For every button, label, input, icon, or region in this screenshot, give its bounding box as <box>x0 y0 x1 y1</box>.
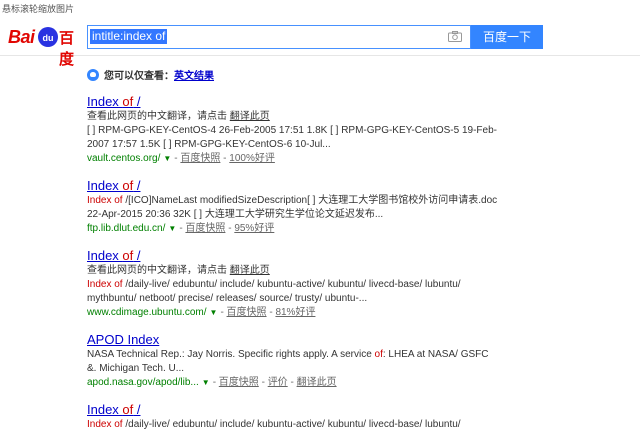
english-results-link[interactable]: 英文结果 <box>174 71 214 82</box>
result-item: APOD Index NASA Technical Rep.: Jay Norr… <box>87 332 507 390</box>
zoom-hint: 悬标滚轮缩放图片 <box>2 4 75 14</box>
dropdown-arrow-icon[interactable]: ▼ <box>210 308 218 317</box>
result-snippet: 查看此网页的中文翻译，请点击 翻译此页 <box>87 265 270 276</box>
snapshot-link[interactable]: 百度快照 <box>227 307 267 318</box>
result-url[interactable]: apod.nasa.gov/apod/lib... <box>87 377 199 388</box>
rating-link[interactable]: 100%好评 <box>229 153 275 164</box>
result-meta: www.cdimage.ubuntu.com/▼ - 百度快照 - 81%好评 <box>87 307 316 318</box>
logo-baidu-text: 百度 <box>59 29 75 68</box>
dropdown-arrow-icon[interactable]: ▼ <box>202 378 210 387</box>
snapshot-link[interactable]: 百度快照 <box>185 223 225 234</box>
result-title[interactable]: Index of / <box>87 248 507 264</box>
result-url[interactable]: vault.centos.org/ <box>87 153 160 164</box>
user-icon <box>87 69 99 81</box>
result-item: Index of / 查看此网页的中文翻译，请点击 翻译此页 [ ] RPM-G… <box>87 94 507 166</box>
translate-link[interactable]: 翻译此页 <box>297 377 337 388</box>
result-url[interactable]: www.cdimage.ubuntu.com/ <box>87 307 207 318</box>
search-query: intitle:index of <box>90 29 168 44</box>
snapshot-link[interactable]: 百度快照 <box>219 377 259 388</box>
result-snippet: NASA Technical Rep.: Jay Norris. Specifi… <box>87 349 489 360</box>
search-button[interactable]: 百度一下 <box>471 25 543 49</box>
result-snippet: 2007 17:57 1.5K [ ] RPM-GPG-KEY-CentOS-6… <box>87 139 331 150</box>
result-snippet: Index of /daily-live/ edubuntu/ include/… <box>87 419 461 430</box>
paw-icon: du <box>38 27 58 47</box>
result-snippet: mythbuntu/ netboot/ precise/ releases/ s… <box>87 293 368 304</box>
dropdown-arrow-icon[interactable]: ▼ <box>168 224 176 233</box>
snapshot-link[interactable]: 百度快照 <box>180 153 220 164</box>
result-item: Index of / Index of /daily-live/ edubunt… <box>87 402 507 432</box>
dropdown-arrow-icon[interactable]: ▼ <box>163 154 171 163</box>
translate-link[interactable]: 翻译此页 <box>230 265 270 276</box>
rating-link[interactable]: 评价 <box>268 377 288 388</box>
translate-link[interactable]: 翻译此页 <box>230 111 270 122</box>
header: Bai du 百度 intitle:index of 百度一下 <box>0 22 640 68</box>
result-meta: ftp.lib.dlut.edu.cn/▼ - 百度快照 - 95%好评 <box>87 223 275 234</box>
result-meta: apod.nasa.gov/apod/lib... ▼ - 百度快照 - 评价 - … <box>87 377 337 388</box>
result-title[interactable]: Index of / <box>87 178 507 194</box>
result-item: Index of / Index of /[ICO]NameLast modif… <box>87 178 507 236</box>
result-title[interactable]: APOD Index <box>87 332 507 348</box>
result-snippet: [ ] RPM-GPG-KEY-CentOS-4 26-Feb-2005 17:… <box>87 125 497 136</box>
search-input[interactable]: intitle:index of <box>87 25 471 49</box>
result-snippet: 查看此网页的中文翻译，请点击 翻译此页 <box>87 111 270 122</box>
result-snippet: Index of /[ICO]NameLast modifiedSizeDesc… <box>87 195 498 206</box>
result-snippet: &. Michigan Tech. U... <box>87 363 185 374</box>
baidu-logo[interactable]: Bai du 百度 <box>8 25 82 68</box>
result-snippet: Index of /daily-live/ edubuntu/ include/… <box>87 279 461 290</box>
logo-bai: Bai <box>8 27 35 47</box>
camera-icon[interactable] <box>448 31 462 42</box>
result-snippet: 22-Apr-2015 20:36 32K [ ] 大连理工大学研究生学位论文延… <box>87 209 384 220</box>
language-notice: 您可以仅查看：英文结果 <box>87 67 214 82</box>
result-item: Index of / 查看此网页的中文翻译，请点击 翻译此页 Index of … <box>87 248 507 320</box>
notice-text: 您可以仅查看： <box>104 71 174 82</box>
result-title[interactable]: Index of / <box>87 94 507 110</box>
result-meta: vault.centos.org/▼ - 百度快照 - 100%好评 <box>87 153 275 164</box>
rating-link[interactable]: 95%好评 <box>234 223 274 234</box>
result-url[interactable]: ftp.lib.dlut.edu.cn/ <box>87 223 165 234</box>
result-title[interactable]: Index of / <box>87 402 507 418</box>
rating-link[interactable]: 81%好评 <box>275 307 315 318</box>
